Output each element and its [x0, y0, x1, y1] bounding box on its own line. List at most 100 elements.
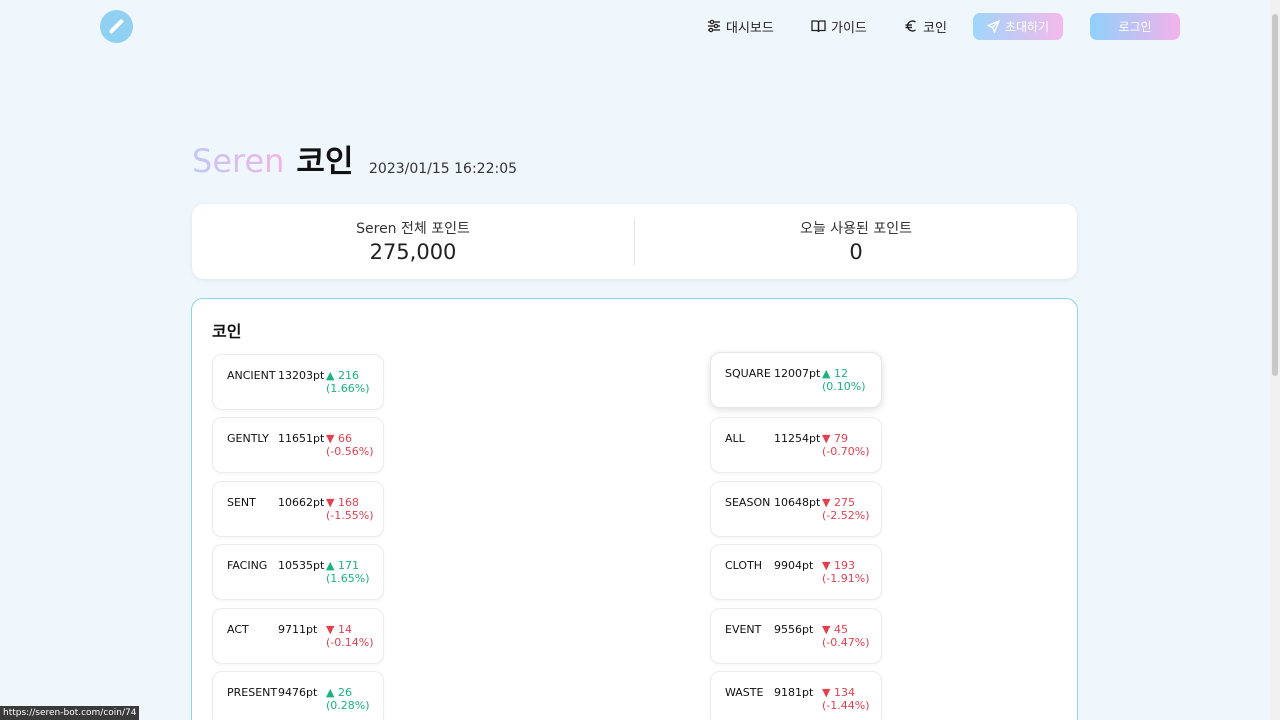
nav-coin[interactable]: 코인: [904, 17, 947, 36]
coin-change-percent: (0.28%): [326, 699, 370, 712]
coin-name: ALL: [725, 432, 745, 445]
coin-change: ▲ 171 (1.65%): [326, 559, 370, 585]
book-icon: [811, 20, 826, 33]
coin-change-amount: ▲ 12: [822, 367, 848, 380]
coin-price: 10662pt: [278, 496, 325, 509]
nav-guide-label: 가이드: [831, 20, 867, 36]
coin-price: 9904pt: [774, 559, 814, 572]
scroll-thumb[interactable]: [1272, 14, 1278, 376]
coin-card[interactable]: ANCIENT 13203pt ▲ 216 (1.66%): [212, 354, 384, 410]
coin-change-percent: (-0.56%): [326, 445, 374, 458]
send-icon: [986, 20, 1000, 33]
coin-panel: 코인 ANCIENT 13203pt ▲ 216 (1.66%) GENTLY 11651…: [191, 298, 1078, 720]
today-points-value: 0: [849, 240, 863, 264]
coin-change-amount: ▼ 66: [326, 432, 352, 445]
coin-change-percent: (-0.47%): [822, 636, 870, 649]
coin-card[interactable]: EVENT 9556pt ▼ 45 (-0.47%): [710, 608, 882, 664]
coin-price: 9556pt: [774, 623, 814, 636]
coin-name: GENTLY: [227, 432, 269, 445]
coin-change-percent: (0.10%): [822, 380, 866, 393]
nav-guide[interactable]: 가이드: [811, 17, 867, 36]
coin-name: SQUARE: [725, 367, 771, 380]
title-brand: Seren: [192, 142, 285, 180]
invite-label: 초대하기: [1004, 20, 1050, 34]
invite-button[interactable]: 초대하기: [973, 13, 1063, 40]
coin-change: ▼ 193 (-1.91%): [822, 559, 870, 585]
coin-name: ANCIENT: [227, 369, 276, 382]
coin-change-amount: ▼ 193: [822, 559, 855, 572]
coin-card[interactable]: ALL 11254pt ▼ 79 (-0.70%): [710, 417, 882, 473]
coin-change: ▼ 275 (-2.52%): [822, 496, 870, 522]
login-button[interactable]: 로그인: [1090, 13, 1180, 40]
coin-change-amount: ▼ 14: [326, 623, 352, 636]
coin-name: SEASON: [725, 496, 771, 509]
timestamp: 2023/01/15 16:22:05: [369, 161, 518, 177]
coin-change: ▼ 134 (-1.44%): [822, 686, 870, 712]
coin-change-percent: (-1.55%): [326, 509, 374, 522]
page: 대시보드 가이드 코인 초대하기 로그인 Seren 코인 2023/01/15…: [0, 0, 1280, 720]
coin-change-percent: (-1.44%): [822, 699, 870, 712]
nav-coin-label: 코인: [923, 20, 947, 36]
coin-change-amount: ▼ 168: [326, 496, 359, 509]
coin-change-percent: (1.65%): [326, 572, 370, 585]
page-title: Seren 코인: [192, 136, 353, 181]
coin-price: 12007pt: [774, 367, 821, 380]
coin-change-percent: (-0.70%): [822, 445, 870, 458]
coin-price: 9476pt: [278, 686, 318, 699]
status-bar-url: https://seren-bot.com/coin/74: [0, 706, 140, 720]
coin-name: ACT: [227, 623, 249, 636]
coin-price: 11254pt: [774, 432, 821, 445]
coin-change: ▼ 66 (-0.56%): [326, 432, 374, 458]
login-label: 로그인: [1118, 20, 1152, 34]
coin-change-amount: ▼ 45: [822, 623, 848, 636]
coin-card[interactable]: PRESENT 9476pt ▲ 26 (0.28%): [212, 671, 384, 720]
coin-change-amount: ▼ 79: [822, 432, 848, 445]
coin-card[interactable]: CLOTH 9904pt ▼ 193 (-1.91%): [710, 544, 882, 600]
total-points-value: 275,000: [369, 240, 457, 264]
coin-card[interactable]: GENTLY 11651pt ▼ 66 (-0.56%): [212, 417, 384, 473]
euro-icon: [905, 20, 916, 32]
coin-change: ▼ 168 (-1.55%): [326, 496, 374, 522]
coin-change-percent: (-2.52%): [822, 509, 870, 522]
coin-change: ▲ 216 (1.66%): [326, 369, 370, 395]
coin-panel-title: 코인: [212, 322, 242, 341]
coin-name: SENT: [227, 496, 256, 509]
coin-name: WASTE: [725, 686, 764, 699]
coin-price: 10648pt: [774, 496, 821, 509]
points-summary-card: Seren 전체 포인트 275,000 오늘 사용된 포인트 0: [192, 204, 1077, 279]
coin-price: 13203pt: [278, 369, 325, 382]
coin-name: PRESENT: [227, 686, 278, 699]
coin-change: ▼ 79 (-0.70%): [822, 432, 870, 458]
coin-change: ▼ 14 (-0.14%): [326, 623, 374, 649]
coin-card[interactable]: FACING 10535pt ▲ 171 (1.65%): [212, 544, 384, 600]
coin-change-amount: ▲ 216: [326, 369, 359, 382]
coin-price: 9181pt: [774, 686, 814, 699]
coin-price: 11651pt: [278, 432, 325, 445]
coin-change: ▲ 26 (0.28%): [326, 686, 370, 712]
coin-change-percent: (-1.91%): [822, 572, 870, 585]
coin-change-amount: ▲ 171: [326, 559, 359, 572]
coin-price: 10535pt: [278, 559, 325, 572]
coin-card[interactable]: SEASON 10648pt ▼ 275 (-2.52%): [710, 481, 882, 537]
coin-name: CLOTH: [725, 559, 763, 572]
nav-dashboard-label: 대시보드: [726, 20, 774, 36]
coin-change: ▲ 12 (0.10%): [822, 367, 866, 393]
page-scrollbar[interactable]: [1270, 0, 1280, 720]
title-text: 코인: [296, 144, 354, 180]
nav-dashboard[interactable]: 대시보드: [707, 17, 774, 36]
coin-change: ▼ 45 (-0.47%): [822, 623, 870, 649]
coin-card[interactable]: SENT 10662pt ▼ 168 (-1.55%): [212, 481, 384, 537]
coin-change-amount: ▼ 275: [822, 496, 855, 509]
coin-change-amount: ▼ 134: [822, 686, 855, 699]
coin-card[interactable]: SQUARE 12007pt ▲ 12 (0.10%): [710, 352, 882, 408]
coin-change-amount: ▲ 26: [326, 686, 352, 699]
coin-name: FACING: [227, 559, 268, 572]
total-points: Seren 전체 포인트 275,000: [192, 218, 634, 264]
total-points-label: Seren 전체 포인트: [356, 221, 470, 237]
coin-change-percent: (1.66%): [326, 382, 370, 395]
coin-card[interactable]: ACT 9711pt ▼ 14 (-0.14%): [212, 608, 384, 664]
coin-card[interactable]: WASTE 9181pt ▼ 134 (-1.44%): [710, 671, 882, 720]
coin-name: EVENT: [725, 623, 762, 636]
coin-price: 9711pt: [278, 623, 318, 636]
top-nav: 대시보드 가이드 코인 초대하기 로그인: [0, 0, 1280, 52]
